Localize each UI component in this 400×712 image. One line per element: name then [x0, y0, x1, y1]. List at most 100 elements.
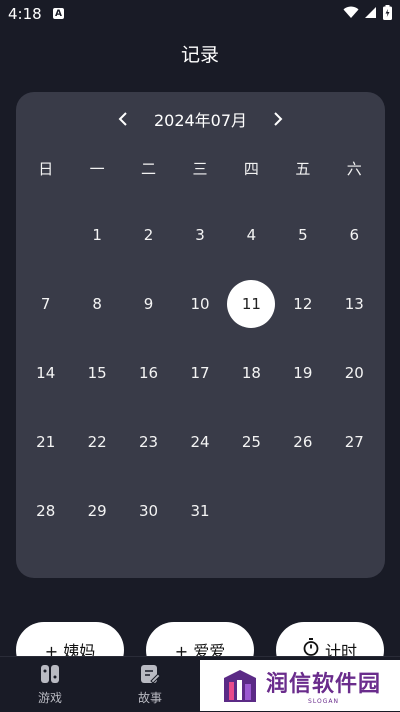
calendar-day-number: 13 — [344, 294, 364, 313]
calendar-day-number: 25 — [241, 432, 261, 451]
calendar-day[interactable]: 28 — [20, 476, 71, 545]
watermark-banner: 润信软件园 SLOGAN — [200, 660, 400, 711]
calendar-day[interactable]: 26 — [277, 407, 328, 476]
calendar-day-number: 21 — [36, 432, 56, 451]
watermark-title: 润信软件园 — [266, 672, 382, 697]
weekday-label: 二 — [141, 160, 157, 178]
calendar-day-number: 15 — [87, 363, 107, 382]
calendar-day[interactable]: 25 — [226, 407, 277, 476]
calendar-day[interactable]: 14 — [20, 338, 71, 407]
calendar-days-grid: 1 2 3 4 5 6 7 8 9 10 11 12 13 14 15 16 17 18 19 20 21 22 23 24 2… — [20, 200, 380, 545]
notification-icon: A — [53, 8, 64, 19]
calendar-day-number: 18 — [241, 363, 261, 382]
calendar-day-number: 26 — [293, 432, 313, 451]
calendar-day[interactable]: 22 — [71, 407, 122, 476]
calendar-day[interactable]: 13 — [329, 269, 380, 338]
edit-note-icon — [141, 665, 161, 684]
weekday-label: 五 — [295, 160, 311, 178]
calendar-day-number: 6 — [349, 225, 360, 244]
weekday-header: 日 一 二 三 四 五 六 — [20, 158, 380, 179]
calendar-day-number: 27 — [344, 432, 364, 451]
calendar-day[interactable]: 24 — [174, 407, 225, 476]
calendar-day-number: 29 — [87, 501, 107, 520]
calendar-day[interactable]: 6 — [329, 200, 380, 269]
nav-item-games[interactable]: 游戏 — [20, 663, 80, 706]
calendar-day-number: 20 — [344, 363, 364, 382]
status-bar: 4:18 A — [0, 0, 400, 28]
calendar-day-number: 31 — [190, 501, 210, 520]
calendar-day-number: 3 — [195, 225, 205, 244]
battery-icon — [383, 5, 392, 20]
nav-item-stories[interactable]: 故事 — [120, 663, 180, 706]
calendar-day[interactable]: 12 — [277, 269, 328, 338]
next-month-button[interactable] — [265, 106, 291, 132]
status-time: 4:18 — [8, 5, 42, 23]
calendar-day-number: 1 — [92, 225, 102, 244]
calendar-empty-cell — [277, 476, 328, 545]
calendar-day-number: 30 — [139, 501, 159, 520]
calendar-day[interactable]: 17 — [174, 338, 225, 407]
calendar-day[interactable]: 4 — [226, 200, 277, 269]
calendar-day-number: 17 — [190, 363, 210, 382]
calendar-day[interactable]: 15 — [71, 338, 122, 407]
page-title: 记录 — [180, 44, 219, 66]
calendar-day-number: 22 — [87, 432, 107, 451]
calendar-day-number: 5 — [298, 225, 308, 244]
calendar-day-number: 28 — [36, 501, 56, 520]
calendar-day-number: 10 — [190, 294, 210, 313]
signal-icon — [365, 7, 376, 18]
nav-stories-label: 故事 — [137, 691, 162, 705]
stopwatch-icon — [303, 638, 319, 656]
watermark-logo — [224, 669, 256, 702]
calendar-empty-cell — [329, 476, 380, 545]
calendar-day[interactable]: 11 — [226, 269, 277, 338]
nav-games-label: 游戏 — [37, 691, 62, 705]
calendar-day[interactable]: 21 — [20, 407, 71, 476]
gamepad-icon — [41, 665, 59, 683]
watermark-slogan: SLOGAN — [308, 698, 339, 705]
calendar-day[interactable]: 30 — [123, 476, 174, 545]
calendar-day-number: 11 — [227, 279, 276, 328]
calendar-day[interactable]: 31 — [174, 476, 225, 545]
calendar-day[interactable]: 29 — [71, 476, 122, 545]
calendar-day-number: 23 — [139, 432, 159, 451]
calendar-day-number: 7 — [40, 294, 51, 313]
calendar-day[interactable]: 3 — [174, 200, 225, 269]
calendar-day-number: 24 — [190, 432, 210, 451]
calendar-day[interactable]: 2 — [123, 200, 174, 269]
month-navigation: 2024年07月 — [16, 106, 385, 132]
calendar-day[interactable]: 1 — [71, 200, 122, 269]
chevron-right-icon — [274, 112, 283, 126]
calendar-day[interactable]: 23 — [123, 407, 174, 476]
calendar-day[interactable]: 5 — [277, 200, 328, 269]
weekday-label: 四 — [243, 160, 259, 178]
calendar-day[interactable]: 16 — [123, 338, 174, 407]
chevron-left-icon — [118, 112, 127, 126]
calendar-empty-cell — [226, 476, 277, 545]
calendar-day[interactable]: 20 — [329, 338, 380, 407]
weekday-label: 三 — [192, 160, 208, 178]
calendar-day[interactable]: 10 — [174, 269, 225, 338]
calendar-day-number: 19 — [293, 363, 313, 382]
weekday-label: 日 — [38, 160, 54, 178]
calendar-day-number: 12 — [293, 294, 313, 313]
prev-month-button[interactable] — [110, 106, 136, 132]
calendar-day-number: 14 — [36, 363, 56, 382]
calendar-empty-cell — [20, 200, 71, 269]
calendar-day[interactable]: 19 — [277, 338, 328, 407]
calendar-card: 2024年07月 日 一 二 三 四 五 六 1 2 3 4 5 6 7 8 9 10 11 12 13… — [16, 92, 385, 578]
calendar-day[interactable]: 7 — [20, 269, 71, 338]
calendar-day[interactable]: 8 — [71, 269, 122, 338]
wifi-icon — [343, 6, 359, 18]
calendar-day-number: 8 — [92, 294, 102, 313]
calendar-day-number: 9 — [143, 294, 154, 313]
month-label: 2024年07月 — [153, 111, 248, 130]
calendar-day[interactable]: 18 — [226, 338, 277, 407]
calendar-day[interactable]: 27 — [329, 407, 380, 476]
watermark-text: 润信软件园 SLOGAN — [266, 666, 381, 705]
calendar-day-number: 2 — [143, 225, 154, 244]
calendar-day-number: 16 — [139, 363, 159, 382]
calendar-day-number: 4 — [246, 225, 257, 244]
status-icons — [343, 5, 392, 20]
calendar-day[interactable]: 9 — [123, 269, 174, 338]
